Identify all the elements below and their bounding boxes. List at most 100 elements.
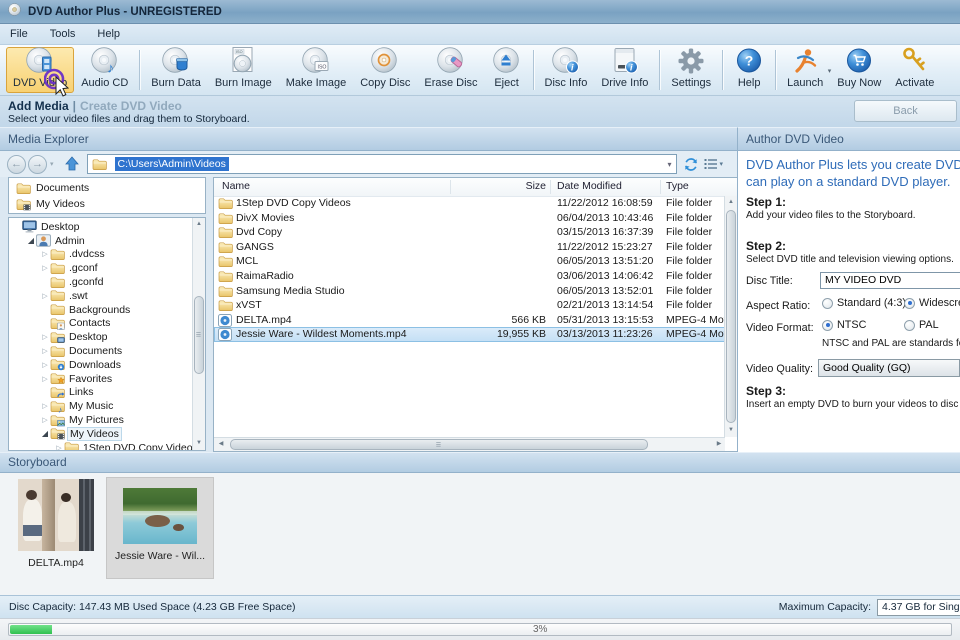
storyboard-area[interactable]: DELTA.mp4Jessie Ware - Wil... xyxy=(0,473,960,595)
tree-item-downloads[interactable]: ▷Downloads xyxy=(9,358,192,372)
tree-item-favorites[interactable]: ▷Favorites xyxy=(9,372,192,386)
radio-ntsc[interactable]: NTSC xyxy=(822,319,866,331)
back-button[interactable]: Back xyxy=(854,100,957,122)
toolbar-button-disc-info[interactable]: iDisc Info xyxy=(538,47,595,93)
menu-tools[interactable]: Tools xyxy=(50,26,86,42)
toolbar-button-burn-data[interactable]: Burn Data xyxy=(144,47,208,93)
tree-item-dvdcss[interactable]: ▷.dvdcss xyxy=(9,248,192,262)
expand-icon[interactable]: ▷ xyxy=(40,292,50,300)
toolbar-button-dvd-video[interactable]: DVD Video xyxy=(6,47,74,93)
expand-icon[interactable]: ▷ xyxy=(40,402,50,410)
file-row-divx-movies[interactable]: DivX Movies06/04/2013 10:43:46File folde… xyxy=(214,211,725,226)
address-text[interactable]: C:\Users\Admin\Videos xyxy=(115,157,229,171)
expand-icon[interactable]: ▷ xyxy=(40,361,50,369)
tree-item-documents[interactable]: ▷Documents xyxy=(9,344,192,358)
file-row-xvst[interactable]: xVST02/21/2013 13:14:54File folder xyxy=(214,298,725,313)
file-row-gangs[interactable]: GANGS11/22/2012 15:23:27File folder xyxy=(214,240,725,255)
toolbar-button-erase-disc[interactable]: Erase Disc xyxy=(417,47,484,93)
delta-mp4-thumbnail[interactable] xyxy=(18,479,94,551)
menu-help[interactable]: Help xyxy=(97,26,130,42)
jessie-ware-wil-thumbnail[interactable] xyxy=(123,488,197,544)
toolbar-button-settings[interactable]: Settings xyxy=(664,47,718,93)
toolbar-button-burn-image[interactable]: ISOBurn Image xyxy=(208,47,279,93)
tree-item-contacts[interactable]: Contacts xyxy=(9,317,192,331)
tree-item-gconfd[interactable]: .gconfd xyxy=(9,275,192,289)
file-row-1step-dvd-copy-videos[interactable]: 1Step DVD Copy Videos11/22/2012 16:08:59… xyxy=(214,196,725,211)
radio-icon[interactable] xyxy=(822,298,833,309)
toolbar-button-drive-info[interactable]: iDrive Info xyxy=(594,47,655,93)
radio-pal[interactable]: PAL xyxy=(904,319,939,331)
toolbar-button-make-image[interactable]: ISOMake Image xyxy=(279,47,354,93)
tree-item-my-pictures[interactable]: ▷My Pictures xyxy=(9,413,192,427)
toolbar-button-buy-now[interactable]: Buy Now xyxy=(830,47,888,93)
forward-nav-icon[interactable]: → xyxy=(28,155,47,174)
column-date-modified[interactable]: Date Modified xyxy=(557,180,622,192)
toolbar-button-audio-cd[interactable]: ♪Audio CD xyxy=(74,47,135,93)
storyboard-clip-delta-mp4[interactable]: DELTA.mp4 xyxy=(18,479,94,569)
tree-item-desktop[interactable]: ▷Desktop xyxy=(9,330,192,344)
tree-item-admin[interactable]: ◢Admin xyxy=(9,234,192,248)
scroll-left-icon[interactable]: ◀ xyxy=(215,438,227,451)
scroll-down-icon[interactable]: ▼ xyxy=(725,424,737,437)
tree-item-my-videos[interactable]: ◢My Videos xyxy=(9,427,192,441)
tree-item-gconf[interactable]: ▷.gconf xyxy=(9,261,192,275)
column-type[interactable]: Type xyxy=(666,180,689,192)
favorite-item-documents[interactable]: Documents xyxy=(9,180,205,196)
column-size[interactable]: Size xyxy=(454,180,546,192)
title-bar[interactable]: DVD Author Plus - UNREGISTERED xyxy=(0,0,960,24)
file-row-jessie-ware-wildest-moments-mp4[interactable]: Jessie Ware - Wildest Moments.mp419,955 … xyxy=(214,327,725,342)
tree-item-desktop[interactable]: Desktop xyxy=(9,220,192,234)
tree-item-backgrounds[interactable]: Backgrounds xyxy=(9,303,192,317)
collapse-icon[interactable]: ◢ xyxy=(26,236,36,245)
file-row-delta-mp4[interactable]: DELTA.mp4566 KB05/31/2013 13:15:53MPEG-4… xyxy=(214,313,725,328)
tree-scrollbar-thumb[interactable]: ☰ xyxy=(194,296,204,374)
scroll-up-icon[interactable]: ▲ xyxy=(725,196,737,209)
address-bar[interactable]: C:\Users\Admin\Videos ▾ xyxy=(87,154,677,174)
expand-icon[interactable]: ▷ xyxy=(54,444,64,451)
file-list-hscrollbar[interactable]: ◀ ☰ ▶ xyxy=(214,437,725,451)
radio-standard-4-3[interactable]: Standard (4:3) xyxy=(822,297,906,309)
max-capacity-select[interactable]: 4.37 GB for Single xyxy=(877,599,960,616)
file-list-vscrollbar[interactable]: ▲ ▼ xyxy=(724,196,737,437)
toolbar-button-launch[interactable]: Launch▾ xyxy=(780,47,830,93)
storyboard-clip-jessie-ware-wil[interactable]: Jessie Ware - Wil... xyxy=(106,477,214,579)
disc-title-input[interactable]: MY VIDEO DVD xyxy=(820,272,960,289)
expand-icon[interactable]: ▷ xyxy=(40,333,50,341)
radio-icon[interactable] xyxy=(822,320,833,331)
toolbar-button-help[interactable]: ?Help xyxy=(727,47,771,93)
up-folder-button[interactable] xyxy=(61,153,83,175)
expand-icon[interactable]: ▷ xyxy=(40,347,50,355)
scroll-down-icon[interactable]: ▼ xyxy=(193,437,205,450)
favorite-item-my-videos[interactable]: My Videos xyxy=(9,196,205,212)
tree-item-links[interactable]: Links xyxy=(9,386,192,400)
expand-icon[interactable]: ▷ xyxy=(40,264,50,272)
toolbar-button-activate[interactable]: Activate xyxy=(888,47,941,93)
refresh-icon[interactable] xyxy=(683,157,699,172)
expand-icon[interactable]: ▷ xyxy=(40,250,50,258)
expand-icon[interactable]: ▷ xyxy=(40,375,50,383)
tree-item-swt[interactable]: ▷.swt xyxy=(9,289,192,303)
back-nav-icon[interactable]: ← xyxy=(7,155,26,174)
menu-file[interactable]: File xyxy=(10,26,38,42)
nav-history-dropdown-icon[interactable]: ▾ xyxy=(50,160,54,168)
file-row-raimaradio[interactable]: RaimaRadio03/06/2013 14:06:42File folder xyxy=(214,269,725,284)
scroll-up-icon[interactable]: ▲ xyxy=(193,218,205,231)
view-options-icon[interactable]: ▾ xyxy=(703,157,724,171)
collapse-icon[interactable]: ◢ xyxy=(40,429,50,438)
tree-scrollbar[interactable]: ▲ ☰ ▼ xyxy=(192,218,205,450)
video-quality-select[interactable]: Good Quality (GQ) xyxy=(818,359,960,377)
radio-widescreen[interactable]: Widescreen xyxy=(904,297,960,309)
file-row-dvd-copy[interactable]: Dvd Copy03/15/2013 16:37:39File folder xyxy=(214,225,725,240)
column-name[interactable]: Name xyxy=(222,180,250,192)
file-row-samsung-media-studio[interactable]: Samsung Media Studio06/05/2013 13:52:01F… xyxy=(214,284,725,299)
scroll-right-icon[interactable]: ▶ xyxy=(713,438,725,451)
tree-item-my-music[interactable]: ▷♪My Music xyxy=(9,399,192,413)
address-dropdown-icon[interactable]: ▾ xyxy=(668,160,672,169)
radio-icon[interactable] xyxy=(904,320,915,331)
file-row-mcl[interactable]: MCL06/05/2013 13:51:20File folder xyxy=(214,254,725,269)
tree-item-1step-dvd-copy-videos[interactable]: ▷1Step DVD Copy Videos xyxy=(9,441,192,451)
radio-icon[interactable] xyxy=(904,298,915,309)
file-list-vscrollbar-thumb[interactable] xyxy=(726,210,736,423)
expand-icon[interactable]: ▷ xyxy=(40,416,50,424)
toolbar-button-eject[interactable]: Eject xyxy=(485,47,529,93)
